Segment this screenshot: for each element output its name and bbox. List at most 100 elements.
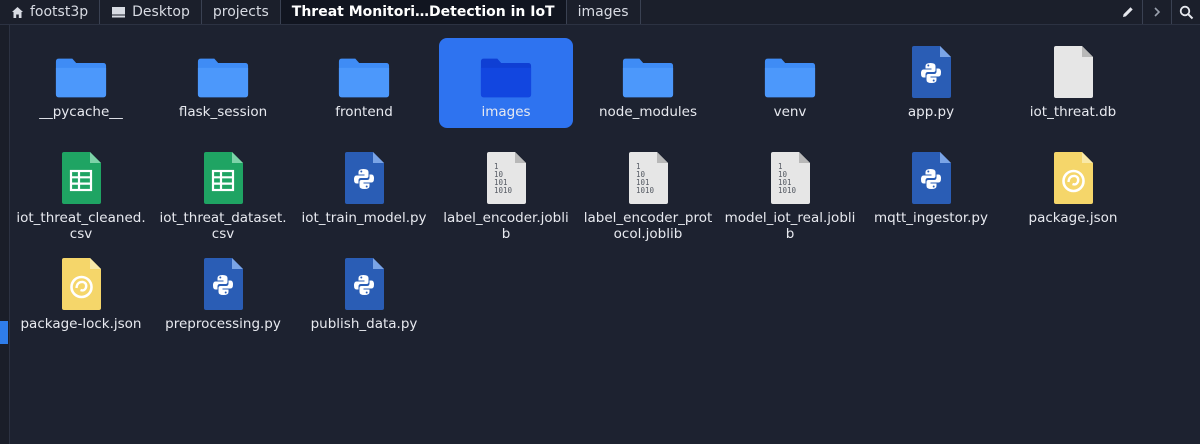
breadcrumb-current-folder[interactable]: Threat Monitori…Detection in IoT: [280, 0, 567, 24]
search-button[interactable]: [1172, 0, 1200, 24]
item-icon-wrap: [196, 258, 250, 311]
scroll-indicator[interactable]: [0, 321, 8, 344]
svg-text:1010: 1010: [636, 186, 655, 195]
item-label: __pycache__: [39, 104, 123, 120]
item-icon-wrap: [54, 47, 108, 99]
file-item[interactable]: iot_train_model.py: [297, 144, 431, 234]
item-label: flask_session: [178, 104, 268, 120]
breadcrumb-images[interactable]: images: [567, 0, 641, 24]
breadcrumb: footst3p Desktop projects Threat Monitor…: [0, 0, 641, 24]
folder-item[interactable]: venv: [723, 38, 857, 128]
file-item[interactable]: package.json: [1006, 144, 1140, 234]
item-icon-wrap: [904, 152, 958, 205]
breadcrumb-label: Threat Monitori…Detection in IoT: [291, 4, 555, 20]
file-item[interactable]: app.py: [864, 38, 998, 128]
svg-text:1010: 1010: [494, 186, 513, 195]
item-icon-wrap: [1046, 46, 1100, 99]
forward-button[interactable]: [1143, 0, 1171, 24]
spreadsheet-file-icon: [204, 152, 243, 204]
item-label: model_iot_real.joblib: [724, 210, 856, 242]
item-icon-wrap: [479, 47, 533, 99]
item-label: images: [481, 104, 531, 120]
item-icon-wrap: [904, 46, 958, 99]
folder-icon: [55, 58, 107, 98]
folder-icon: [197, 58, 249, 98]
json-file-icon: [62, 258, 101, 310]
pencil-icon: [1123, 7, 1133, 17]
home-icon: [12, 6, 23, 18]
item-icon-wrap: 1 10 101 1010: [621, 152, 675, 205]
item-icon-wrap: [337, 47, 391, 99]
item-icon-wrap: [196, 152, 250, 205]
breadcrumb-label: images: [577, 4, 629, 20]
breadcrumb-label: footst3p: [30, 4, 89, 20]
binary-file-icon: 1 10 101 1010: [771, 152, 810, 204]
item-label: mqtt_ingestor.py: [874, 210, 988, 226]
item-icon-wrap: 1 10 101 1010: [479, 152, 533, 205]
folder-item[interactable]: node_modules: [581, 38, 715, 128]
file-item[interactable]: 1 10 101 1010 label_encoder.joblib: [439, 144, 573, 242]
item-icon-wrap: [337, 258, 391, 311]
file-item[interactable]: preprocessing.py: [156, 250, 290, 340]
json-file-icon: [1054, 152, 1093, 204]
item-label: label_encoder_protocol.joblib: [583, 210, 713, 242]
python-file-icon: [345, 258, 384, 310]
item-icon-wrap: 1 10 101 1010: [763, 152, 817, 205]
binary-file-icon: 1 10 101 1010: [629, 152, 668, 204]
python-file-icon: [912, 46, 951, 98]
item-icon-wrap: [337, 152, 391, 205]
folder-icon: [622, 58, 674, 98]
item-icon-wrap: [196, 47, 250, 99]
folder-item[interactable]: frontend: [297, 38, 431, 128]
breadcrumb-label: projects: [212, 4, 269, 20]
breadcrumb-projects[interactable]: projects: [202, 0, 281, 24]
edit-path-button[interactable]: [1114, 0, 1142, 24]
item-label: label_encoder.joblib: [443, 210, 569, 242]
item-label: preprocessing.py: [165, 316, 281, 332]
python-file-icon: [912, 152, 951, 204]
folder-icon: [764, 58, 816, 98]
file-item[interactable]: 1 10 101 1010 label_encoder_protocol.job…: [581, 144, 715, 242]
item-label: package-lock.json: [20, 316, 142, 332]
file-item[interactable]: 1 10 101 1010 model_iot_real.joblib: [723, 144, 857, 242]
item-label: app.py: [907, 104, 955, 120]
binary-file-icon: 1 10 101 1010: [487, 152, 526, 204]
python-file-icon: [345, 152, 384, 204]
blank-file-icon: [1054, 46, 1093, 98]
item-label: frontend: [335, 104, 393, 120]
search-icon: [1179, 5, 1193, 19]
chevron-right-icon: [1154, 7, 1161, 17]
item-label: node_modules: [598, 104, 698, 120]
folder-icon: [338, 58, 390, 98]
python-file-icon: [204, 258, 243, 310]
path-bar: footst3p Desktop projects Threat Monitor…: [0, 0, 1200, 25]
spreadsheet-file-icon: [62, 152, 101, 204]
folder-icon: [480, 58, 532, 98]
side-pane-edge: [0, 25, 10, 444]
breadcrumb-desktop[interactable]: Desktop: [100, 0, 202, 24]
item-label: venv: [773, 104, 807, 120]
folder-item[interactable]: images: [439, 38, 573, 128]
file-item[interactable]: iot_threat.db: [1006, 38, 1140, 128]
item-label: publish_data.py: [310, 316, 418, 332]
item-icon-wrap: [621, 47, 675, 99]
file-item[interactable]: mqtt_ingestor.py: [864, 144, 998, 234]
breadcrumb-home[interactable]: footst3p: [0, 0, 101, 24]
file-item[interactable]: iot_threat_dataset.csv: [156, 144, 290, 242]
item-label: package.json: [1028, 210, 1118, 226]
folder-item[interactable]: __pycache__: [14, 38, 148, 128]
desktop-icon: [112, 7, 126, 18]
item-icon-wrap: [1046, 152, 1100, 205]
item-icon-wrap: [763, 47, 817, 99]
path-toolbar: [1114, 0, 1200, 24]
folder-item[interactable]: flask_session: [156, 38, 290, 128]
svg-text:1010: 1010: [778, 186, 797, 195]
item-icon-wrap: [54, 152, 108, 205]
breadcrumb-label: Desktop: [132, 4, 190, 20]
file-item[interactable]: iot_threat_cleaned.csv: [14, 144, 148, 242]
file-item[interactable]: package-lock.json: [14, 250, 148, 340]
item-icon-wrap: [54, 258, 108, 311]
file-item[interactable]: publish_data.py: [297, 250, 431, 340]
item-label: iot_threat_dataset.csv: [159, 210, 287, 242]
item-label: iot_threat.db: [1029, 104, 1117, 120]
